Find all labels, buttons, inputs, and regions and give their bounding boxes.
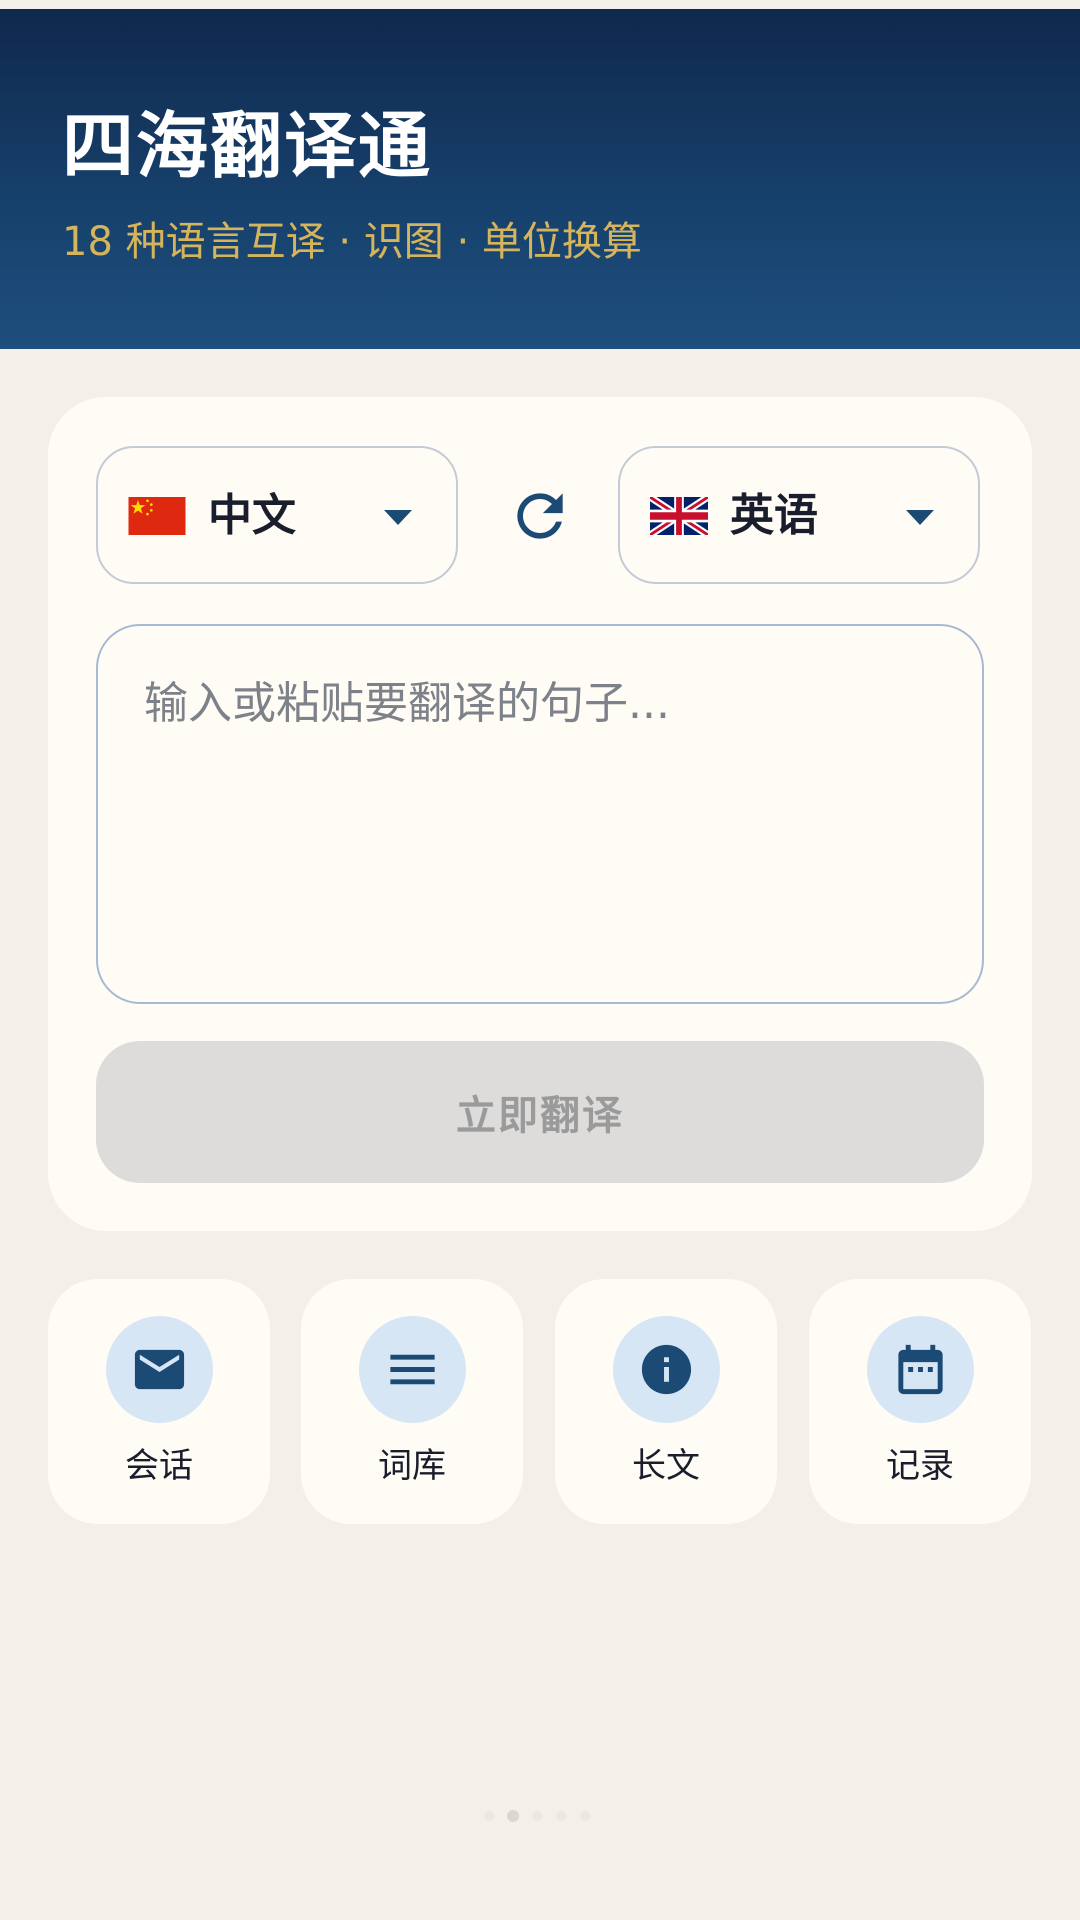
target-language-select[interactable]: 英语 — [618, 446, 980, 584]
refresh-icon — [517, 493, 563, 539]
swap-languages-button[interactable] — [506, 482, 574, 550]
chevron-down-icon — [906, 510, 934, 525]
feature-icon-circle — [106, 1316, 213, 1423]
feature-vocabulary-button[interactable]: 词库 — [301, 1279, 523, 1524]
uk-flag-icon — [650, 497, 708, 535]
source-language-select[interactable]: 中文 — [96, 446, 458, 584]
page-dot — [484, 1811, 494, 1821]
translate-button[interactable]: 立即翻译 — [96, 1041, 984, 1183]
feature-label: 长文 — [632, 1446, 700, 1486]
page-dot-active — [507, 1810, 519, 1822]
feature-label: 会话 — [125, 1446, 193, 1486]
mail-icon — [134, 1349, 185, 1390]
feature-icon-circle — [359, 1316, 466, 1423]
target-language-label: 英语 — [730, 490, 818, 541]
menu-icon — [390, 1354, 435, 1385]
chevron-down-icon — [384, 510, 412, 525]
feature-history-button[interactable]: 记录 — [809, 1279, 1031, 1524]
feature-icon-circle — [613, 1316, 720, 1423]
info-icon — [641, 1344, 692, 1395]
calendar-icon — [898, 1344, 943, 1395]
page-indicator — [484, 1808, 596, 1824]
page-dot — [532, 1811, 542, 1821]
feature-icon-circle — [867, 1316, 974, 1423]
app-title: 四海翻译通 — [62, 104, 433, 188]
app-subtitle: 18 种语言互译 · 识图 · 单位换算 — [62, 219, 642, 265]
feature-label: 词库 — [378, 1446, 446, 1486]
page-dot — [556, 1811, 566, 1821]
app-header: 四海翻译通 18 种语言互译 · 识图 · 单位换算 — [0, 9, 1080, 349]
feature-conversation-button[interactable]: 会话 — [48, 1279, 270, 1524]
feature-longtext-button[interactable]: 长文 — [555, 1279, 777, 1524]
china-flag-icon — [128, 497, 186, 535]
status-strip — [0, 0, 1080, 9]
feature-label: 记录 — [886, 1446, 954, 1486]
page-dot — [580, 1811, 590, 1821]
translation-input[interactable] — [96, 624, 984, 1004]
source-language-label: 中文 — [208, 490, 296, 541]
